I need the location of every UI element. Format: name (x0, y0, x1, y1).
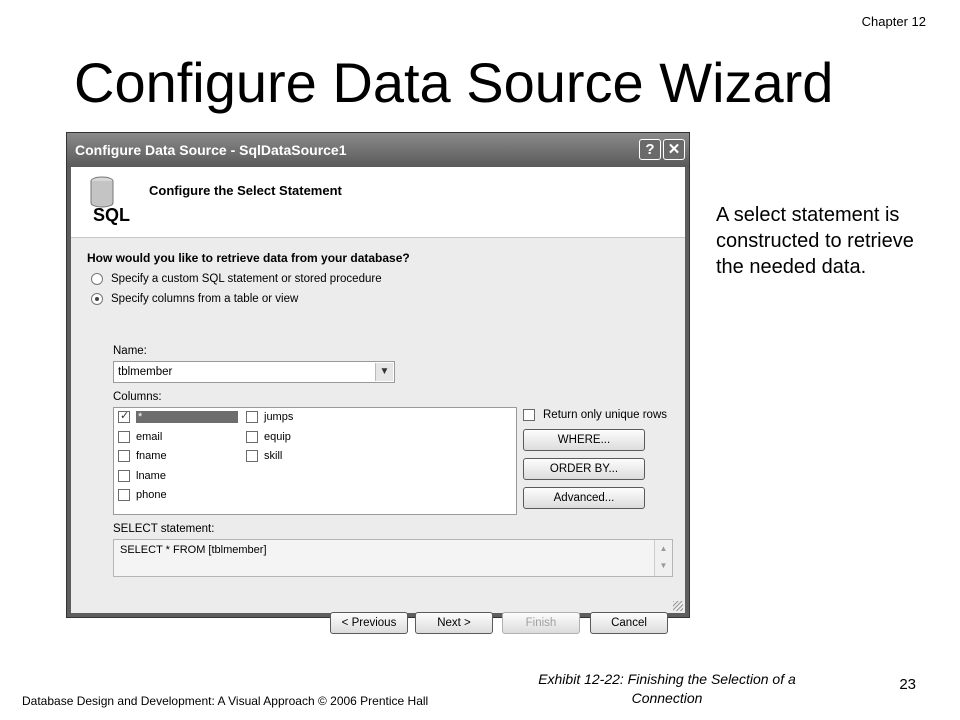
checkbox[interactable] (523, 409, 535, 421)
select-statement-label: SELECT statement: (113, 523, 215, 535)
option-label: Specify columns from a table or view (111, 293, 299, 305)
help-button[interactable]: ? (639, 139, 661, 160)
column-item-fname[interactable]: fname (118, 450, 167, 462)
columns-list[interactable]: * email fname lname phone jumps (113, 407, 517, 515)
column-item-jumps[interactable]: jumps (246, 411, 293, 423)
configure-data-source-dialog: Configure Data Source - SqlDataSource1 ?… (66, 132, 690, 634)
checkbox[interactable] (246, 431, 258, 443)
checkbox[interactable] (118, 489, 130, 501)
column-label: equip (264, 431, 291, 443)
scrollbar[interactable]: ▲ ▼ (654, 540, 672, 576)
select-statement-box: SELECT * FROM [tblmember] ▲ ▼ (113, 539, 673, 577)
page-number: 23 (899, 676, 916, 693)
radio-button[interactable] (91, 273, 103, 285)
checkbox[interactable] (118, 431, 130, 443)
radio-button-selected[interactable] (91, 293, 103, 305)
next-button[interactable]: Next > (415, 612, 493, 634)
finish-button[interactable]: Finish (502, 612, 580, 634)
column-label: lname (136, 470, 166, 482)
name-label: Name: (113, 345, 147, 357)
column-item-equip[interactable]: equip (246, 431, 291, 443)
sql-icon-label: SQL (93, 205, 131, 225)
column-label: email (136, 431, 163, 443)
column-label: fname (136, 450, 167, 462)
checkbox[interactable] (118, 470, 130, 482)
chevron-down-icon[interactable]: ▼ (375, 363, 393, 381)
column-item-lname[interactable]: lname (118, 470, 166, 482)
where-button[interactable]: WHERE... (523, 429, 645, 451)
checkbox-checked[interactable] (118, 409, 130, 423)
dialog-title: Configure Data Source - SqlDataSource1 (75, 142, 347, 158)
advanced-button[interactable]: Advanced... (523, 487, 645, 509)
column-item-phone[interactable]: phone (118, 489, 167, 501)
option-specify-columns[interactable]: Specify columns from a table or view (91, 293, 298, 305)
close-button[interactable]: ✕ (663, 139, 685, 160)
column-label: phone (136, 489, 167, 501)
select-statement-text: SELECT * FROM [tblmember] (120, 544, 267, 556)
columns-label: Columns: (113, 391, 162, 403)
unique-rows-option[interactable]: Return only unique rows (523, 409, 667, 421)
slide-title: Configure Data Source Wizard (74, 51, 834, 114)
side-note: A select statement is constructed to ret… (716, 204, 914, 278)
order-by-button[interactable]: ORDER BY... (523, 458, 645, 480)
dialog-body: SQL Configure the Select Statement How w… (71, 167, 685, 634)
column-label: jumps (264, 411, 294, 423)
retrieve-question: How would you like to retrieve data from… (87, 251, 410, 265)
column-item-email[interactable]: email (118, 431, 162, 443)
column-label: * (136, 411, 238, 423)
checkbox[interactable] (246, 411, 258, 423)
checkbox[interactable] (118, 450, 130, 462)
option-custom-sql[interactable]: Specify a custom SQL statement or stored… (91, 273, 382, 285)
option-label: Specify a custom SQL statement or stored… (111, 273, 382, 285)
exhibit-caption: Exhibit 12-22: Finishing the Selection o… (538, 671, 796, 706)
checkbox[interactable] (246, 450, 258, 462)
cancel-button[interactable]: Cancel (590, 612, 668, 634)
step-title: Configure the Select Statement (149, 183, 342, 198)
column-item-star[interactable]: * (118, 409, 238, 423)
table-name-dropdown[interactable]: tblmember ▼ (113, 361, 395, 383)
resize-grip-icon[interactable] (673, 601, 683, 611)
footer-credit: Database Design and Development: A Visua… (22, 694, 429, 708)
wizard-header: SQL Configure the Select Statement (71, 167, 685, 238)
column-item-skill[interactable]: skill (246, 450, 282, 462)
column-label: skill (264, 450, 283, 462)
table-name-value: tblmember (118, 366, 173, 378)
previous-button[interactable]: < Previous (330, 612, 408, 634)
dialog-titlebar[interactable]: Configure Data Source - SqlDataSource1 ?… (67, 133, 689, 167)
unique-rows-label: Return only unique rows (543, 409, 668, 421)
chapter-label: Chapter 12 (861, 14, 926, 29)
